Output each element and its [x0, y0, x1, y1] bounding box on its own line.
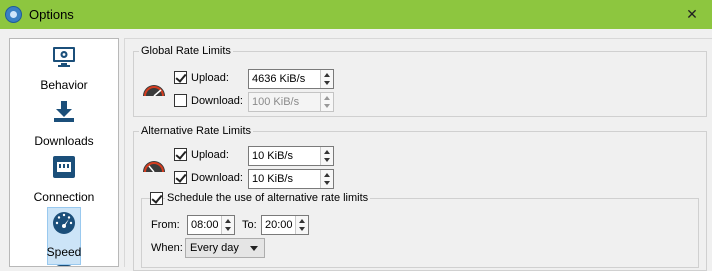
- when-label: When:: [151, 242, 183, 254]
- monitor-gear-icon: [53, 47, 75, 67]
- alt-upload-checkbox[interactable]: [174, 148, 187, 161]
- alt-upload-label: Upload:: [191, 149, 229, 161]
- spinbox-value: 10 KiB/s: [252, 173, 293, 185]
- app-icon: [5, 6, 22, 23]
- spin-up-icon[interactable]: [324, 173, 330, 177]
- spin-down-icon[interactable]: [299, 227, 305, 231]
- from-label: From:: [151, 219, 180, 231]
- close-icon: ✕: [686, 6, 698, 22]
- alt-upload-spinbox[interactable]: 10 KiB/s: [248, 146, 334, 166]
- sidebar-item-connection[interactable]: Connection: [10, 151, 118, 207]
- spin-down-icon[interactable]: [324, 181, 330, 185]
- sidebar-item-label: Connection: [33, 190, 95, 204]
- spin-up-icon[interactable]: [324, 73, 330, 77]
- sidebar-item-behavior[interactable]: Behavior: [10, 39, 118, 95]
- spin-down-icon[interactable]: [324, 81, 330, 85]
- spin-up-icon[interactable]: [299, 219, 305, 223]
- alt-download-label: Download:: [191, 172, 243, 184]
- global-upload-checkbox[interactable]: [174, 71, 187, 84]
- spin-down-icon[interactable]: [324, 158, 330, 162]
- dropdown-value: Every day: [190, 242, 239, 254]
- group-title: Alternative Rate Limits: [139, 125, 254, 137]
- download-icon: [54, 101, 74, 122]
- close-button[interactable]: ✕: [672, 0, 712, 29]
- spinbox-value: 4636 KiB/s: [252, 73, 306, 85]
- spinbox-value: 08:00: [191, 219, 219, 231]
- spin-down-icon[interactable]: [225, 227, 231, 231]
- global-download-spinbox[interactable]: 100 KiB/s: [248, 92, 334, 112]
- alt-download-checkbox[interactable]: [174, 171, 187, 184]
- global-rate-limits-group: [133, 51, 707, 117]
- network-icon: [53, 156, 75, 178]
- window-title: Options: [29, 7, 74, 22]
- global-download-checkbox[interactable]: [174, 94, 187, 107]
- spin-down-icon[interactable]: [324, 104, 330, 108]
- to-time-spinbox[interactable]: 20:00: [261, 215, 309, 235]
- sidebar-item-speed[interactable]: Speed: [10, 207, 118, 265]
- title-bar: Options ✕: [0, 0, 712, 29]
- sidebar-item-label: Behavior: [40, 78, 88, 92]
- spinbox-value: 20:00: [265, 219, 293, 231]
- spinbox-value: 10 KiB/s: [252, 150, 293, 162]
- sidebar-item-label: Speed: [46, 245, 82, 259]
- options-sidebar: Behavior Downloads Connection Speed: [9, 38, 119, 267]
- spinbox-value: 100 KiB/s: [252, 96, 300, 108]
- when-dropdown[interactable]: Every day: [185, 238, 265, 258]
- to-label: To:: [242, 219, 257, 231]
- global-upload-spinbox[interactable]: 4636 KiB/s: [248, 69, 334, 89]
- alt-speed-gauge-icon: [143, 161, 165, 173]
- global-download-label: Download:: [191, 95, 243, 107]
- speed-gauge-icon: [143, 85, 165, 97]
- spin-up-icon[interactable]: [324, 150, 330, 154]
- chevron-down-icon: [250, 246, 258, 251]
- speedometer-icon: [53, 212, 75, 234]
- schedule-label: Schedule the use of alternative rate lim…: [165, 192, 371, 204]
- spin-up-icon[interactable]: [225, 219, 231, 223]
- from-time-spinbox[interactable]: 08:00: [187, 215, 235, 235]
- alt-download-spinbox[interactable]: 10 KiB/s: [248, 169, 334, 189]
- spin-up-icon[interactable]: [324, 96, 330, 100]
- group-title: Global Rate Limits: [139, 45, 233, 57]
- sidebar-item-downloads[interactable]: Downloads: [10, 95, 118, 151]
- global-upload-label: Upload:: [191, 72, 229, 84]
- content-panel: Global Rate Limits Upload: 4636 KiB/s Do…: [124, 38, 712, 271]
- sidebar-item-label: Downloads: [34, 134, 94, 148]
- schedule-checkbox[interactable]: [150, 192, 163, 205]
